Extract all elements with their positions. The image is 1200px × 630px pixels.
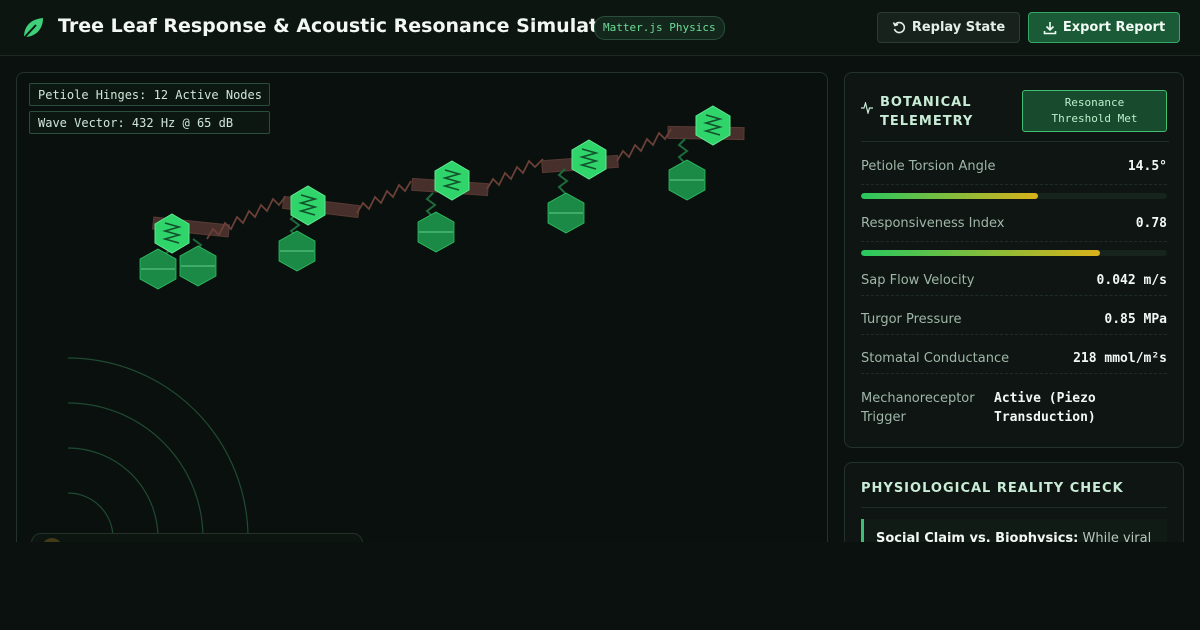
- metric-label: Responsiveness Index: [861, 216, 1005, 231]
- app-header: Tree Leaf Response & Acoustic Resonance …: [0, 0, 1200, 56]
- metric-value: 0.042 m/s: [1096, 273, 1167, 288]
- metric-value: 14.5°: [1127, 159, 1167, 174]
- telemetry-panel: BOTANICAL TELEMETRY Resonance Threshold …: [844, 72, 1184, 448]
- page-bottom-band: [0, 542, 1200, 630]
- download-icon: [1043, 21, 1057, 34]
- torsion-bar-fill: [861, 193, 1039, 199]
- replay-state-label: Replay State: [911, 20, 1006, 35]
- metric-value: 0.85 MPa: [1104, 312, 1167, 327]
- mechanoreceptor-label: Mechanoreceptor Trigger: [861, 391, 975, 425]
- engine-badge: Matter.js Physics: [594, 16, 725, 40]
- export-report-button[interactable]: Export Report: [1028, 12, 1180, 43]
- replay-state-button[interactable]: Replay State: [877, 12, 1020, 43]
- reality-check-title: PHYSIOLOGICAL REALITY CHECK: [861, 481, 1167, 508]
- telemetry-title: BOTANICAL TELEMETRY: [880, 95, 974, 129]
- torsion-progress-bar: [861, 193, 1167, 199]
- metric-row-torsion: Petiole Torsion Angle 14.5°: [861, 159, 1167, 185]
- telemetry-header: BOTANICAL TELEMETRY Resonance Threshold …: [861, 89, 1169, 142]
- metric-row-responsiveness: Responsiveness Index 0.78: [861, 216, 1167, 242]
- responsiveness-progress-bar: [861, 250, 1167, 256]
- metric-label: Turgor Pressure: [861, 312, 962, 327]
- metric-row-stomatal: Stomatal Conductance 218 mmol/m²s: [861, 351, 1167, 374]
- responsiveness-bar-fill: [861, 250, 1100, 256]
- metric-row-sap-flow: Sap Flow Velocity 0.042 m/s: [861, 273, 1167, 296]
- threshold-badge-line1: Resonance: [1064, 96, 1125, 109]
- metric-row-turgor: Turgor Pressure 0.85 MPa: [861, 312, 1167, 335]
- simulation-canvas[interactable]: Petiole Hinges: 12 Active Nodes Wave Vec…: [16, 72, 828, 572]
- metric-value: 218 mmol/m²s: [1073, 351, 1167, 366]
- threshold-badge-line2: Threshold Met: [1051, 112, 1138, 125]
- resonance-threshold-badge: Resonance Threshold Met: [1022, 90, 1167, 132]
- pulse-icon: [861, 102, 873, 114]
- metric-label: Petiole Torsion Angle: [861, 159, 996, 174]
- refresh-icon: [892, 21, 905, 33]
- petiole-hinges-readout: Petiole Hinges: 12 Active Nodes: [29, 83, 270, 106]
- metric-label: Sap Flow Velocity: [861, 273, 975, 288]
- leaf-icon: [22, 18, 43, 40]
- mechanoreceptor-value: Active (Piezo Transduction): [994, 391, 1096, 425]
- acoustic-wave-rings: [67, 357, 249, 539]
- app-title: Tree Leaf Response & Acoustic Resonance …: [58, 15, 621, 37]
- export-report-label: Export Report: [1062, 20, 1166, 35]
- metric-label: Stomatal Conductance: [861, 351, 1010, 366]
- metric-value: 0.78: [1135, 216, 1167, 231]
- wave-vector-readout: Wave Vector: 432 Hz @ 65 dB: [29, 111, 270, 134]
- leaf-physics-scene[interactable]: [17, 73, 828, 572]
